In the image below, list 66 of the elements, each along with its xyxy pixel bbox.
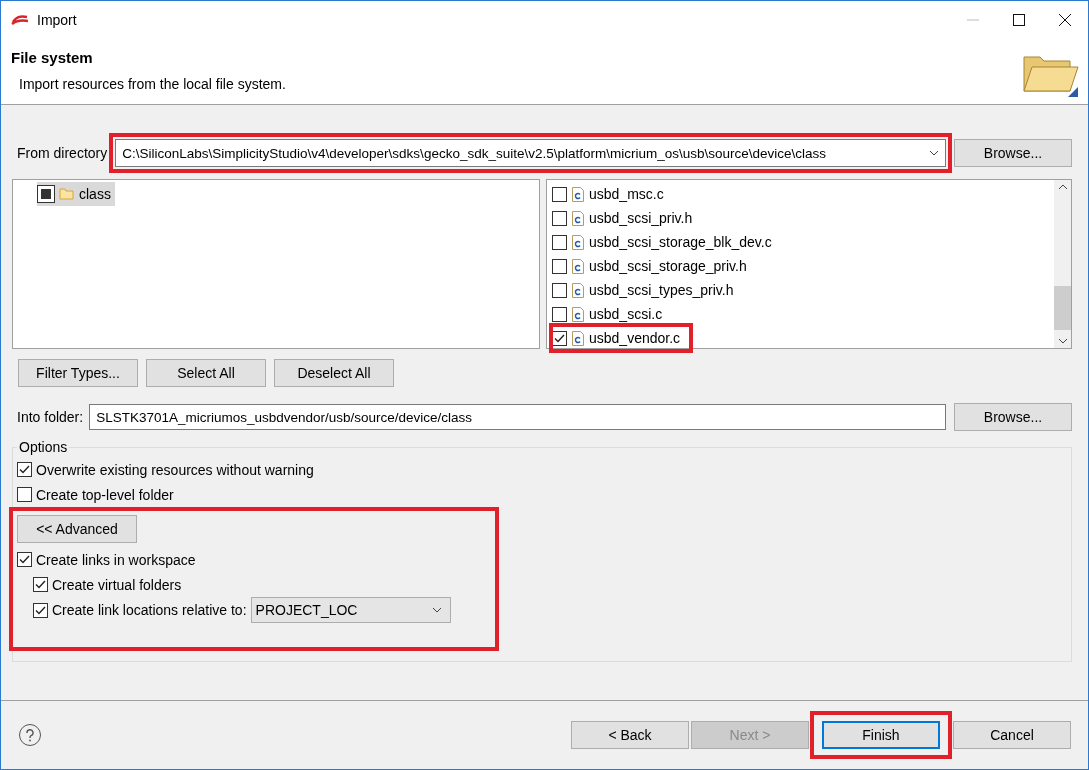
c-file-icon (572, 258, 584, 274)
checkmark-icon (554, 333, 565, 343)
checkbox[interactable] (552, 258, 567, 274)
chevron-down-icon (1057, 338, 1068, 344)
checkbox-option[interactable]: Create link locations relative to: (33, 597, 247, 623)
c-file-icon (572, 186, 584, 202)
checkbox[interactable] (17, 552, 32, 567)
folder-input-field[interactable]: SLSTK3701A_micriumos_usbdvendor/usb/source/device/class (89, 404, 946, 430)
checkbox-option[interactable]: Create virtual folders (33, 572, 182, 597)
group-title: Options (18, 439, 69, 455)
file-item[interactable]: usbd_scsi_storage_blk_dev.c (552, 230, 782, 254)
file-item[interactable]: usbd_vendor.c (552, 326, 691, 350)
maximize-icon (1013, 14, 1025, 26)
c-file-icon (572, 306, 584, 322)
checkmark-icon (35, 605, 46, 615)
wizard-button[interactable]: Cancel (953, 721, 1071, 749)
app-logo-icon (11, 14, 29, 26)
file-item[interactable]: usbd_scsi_types_priv.h (552, 278, 744, 302)
c-file-icon (572, 282, 584, 298)
browse-button[interactable]: Browse... (954, 139, 1072, 167)
checkbox[interactable] (17, 462, 32, 477)
checkbox[interactable] (552, 210, 567, 226)
selection-button[interactable]: Filter Types... (18, 359, 138, 387)
checkmark-icon (19, 465, 30, 474)
chevron-down-icon (431, 607, 442, 613)
wizard-button[interactable]: Finish (822, 721, 940, 749)
selection-button[interactable]: Deselect All (274, 359, 394, 387)
checkbox[interactable] (552, 330, 567, 346)
chevron-down-icon (929, 150, 939, 156)
checkbox[interactable] (17, 487, 32, 502)
checkbox-option[interactable]: Create links in workspace (17, 547, 196, 572)
page-description: Import resources from the local file system. (19, 76, 287, 92)
minimize-icon (967, 19, 979, 21)
scrollbar[interactable] (1054, 180, 1071, 348)
checkbox[interactable] (37, 185, 55, 203)
browse-button[interactable]: Browse... (954, 403, 1072, 431)
selection-button[interactable]: Select All (146, 359, 266, 387)
c-file-icon (572, 330, 584, 346)
field-label: Into folder: (17, 409, 84, 425)
file-item[interactable]: usbd_scsi_priv.h (552, 206, 703, 230)
advanced-button[interactable]: << Advanced (17, 515, 137, 543)
checkbox-option[interactable]: Overwrite existing resources without warning (17, 457, 1065, 482)
close-icon (1059, 14, 1071, 26)
file-item[interactable]: usbd_msc.c (552, 182, 674, 206)
checkbox[interactable] (552, 282, 567, 298)
c-file-icon (572, 210, 584, 226)
tree-item[interactable]: class (37, 182, 115, 206)
folder-icon (59, 188, 75, 200)
checkbox-option[interactable]: Create top-level folder (17, 482, 1065, 507)
page-title: File system (11, 49, 94, 66)
chevron-up-icon (1057, 184, 1068, 190)
checkbox[interactable] (552, 306, 567, 322)
file-item[interactable]: usbd_scsi_storage_priv.h (552, 254, 757, 278)
checkmark-icon (19, 555, 30, 564)
wizard-button[interactable]: < Back (571, 721, 689, 749)
c-file-icon (572, 234, 584, 250)
checkbox[interactable] (33, 577, 48, 592)
directory-combo-box[interactable]: C:\SiliconLabs\SimplicityStudio\v4\developer\sdks\gecko_sdk_suite\v2.5\platform\micrium_os\usb\source\device\class (115, 139, 946, 167)
relative-to-dropdown[interactable]: PROJECT_LOC (250, 597, 451, 623)
window-title: Import (37, 12, 78, 28)
checkmark-icon (35, 580, 46, 589)
checkbox[interactable] (33, 602, 48, 618)
checkbox[interactable] (552, 234, 567, 250)
checkbox[interactable] (552, 186, 567, 202)
field-label: From directory (17, 145, 108, 161)
file-item[interactable]: usbd_scsi.c (552, 302, 673, 326)
